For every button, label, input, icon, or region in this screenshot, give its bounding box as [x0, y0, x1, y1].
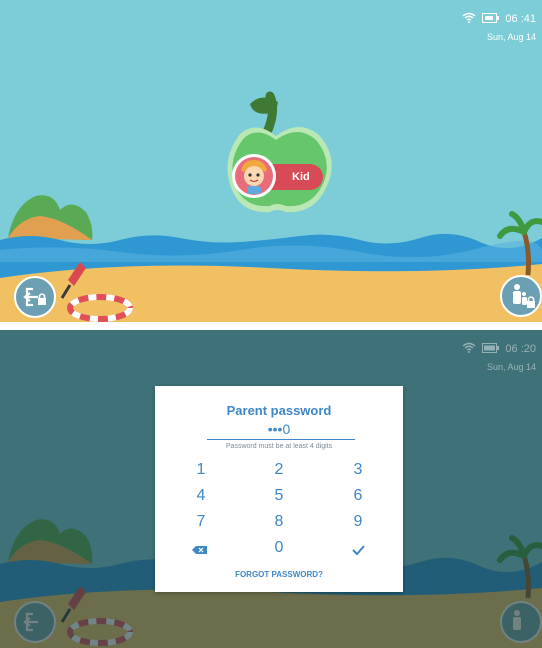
status-date: Sun, Aug 14 [486, 362, 536, 372]
password-screen: 06 :20 Sun, Aug 14 Parent password •••0 … [0, 330, 542, 648]
key-0[interactable]: 0 [259, 539, 299, 557]
key-9[interactable]: 9 [338, 513, 378, 531]
backspace-icon [192, 546, 207, 554]
wifi-icon [462, 12, 476, 26]
key-2[interactable]: 2 [259, 461, 299, 479]
kid-avatar [232, 154, 276, 198]
status-time: 06 :20 [505, 343, 536, 355]
key-7[interactable]: 7 [181, 513, 221, 531]
parent-child-lock-icon [500, 275, 542, 317]
checkmark-icon [352, 545, 365, 556]
forgot-password-link[interactable]: FORGOT PASSWORD? [155, 570, 403, 579]
key-4[interactable]: 4 [181, 487, 221, 505]
parent-mode-button[interactable] [500, 275, 542, 317]
password-underline [207, 439, 355, 440]
key-1[interactable]: 1 [181, 461, 221, 479]
key-3[interactable]: 3 [338, 461, 378, 479]
status-bar-dimmed: 06 :20 Sun, Aug 14 [462, 342, 536, 372]
battery-icon [482, 342, 500, 356]
key-8[interactable]: 8 [259, 513, 299, 531]
kid-profile-button[interactable]: Kid [230, 152, 325, 198]
exit-button[interactable] [14, 276, 56, 318]
battery-icon [482, 12, 500, 26]
status-time: 06 :41 [505, 13, 536, 25]
kid-profile-label: Kid [292, 171, 310, 183]
key-5[interactable]: 5 [259, 487, 299, 505]
home-screen: 06 :41 Sun, Aug 14 Kid [0, 0, 542, 322]
parent-password-dialog: Parent password •••0 Password must be at… [155, 386, 403, 592]
password-hint: Password must be at least 4 digits [225, 443, 333, 450]
password-input[interactable]: •••0 [155, 421, 403, 437]
status-bar: 06 :41 Sun, Aug 14 [462, 12, 536, 42]
delete-key[interactable] [181, 542, 221, 558]
wifi-icon [462, 342, 476, 356]
status-date: Sun, Aug 14 [486, 32, 536, 42]
confirm-key[interactable] [338, 542, 378, 558]
dialog-title: Parent password [226, 403, 332, 418]
key-6[interactable]: 6 [338, 487, 378, 505]
exit-lock-icon [14, 276, 56, 318]
